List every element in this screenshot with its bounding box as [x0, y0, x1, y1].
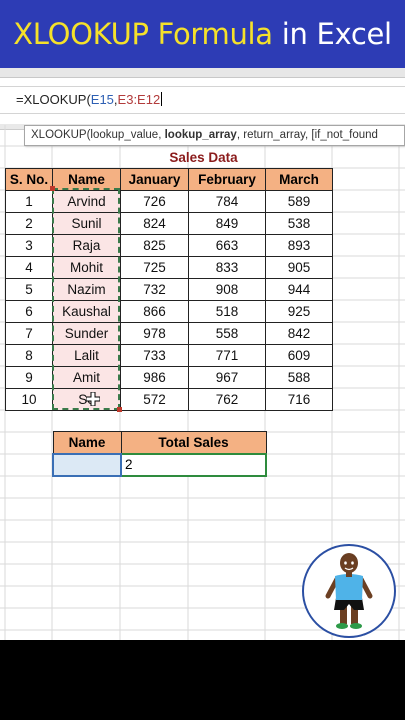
cell-name[interactable]: Mohit: [52, 256, 121, 279]
table-row: 10So572762716: [5, 388, 333, 411]
bottom-bar: [0, 640, 405, 720]
cell-sno[interactable]: 9: [5, 366, 53, 389]
table-row: 8 Lalit 733 771 609: [5, 344, 333, 367]
cell-march[interactable]: 893: [265, 234, 333, 257]
header-sno[interactable]: S. No.: [5, 168, 53, 191]
cell-sno[interactable]: 3: [5, 234, 53, 257]
table-row: 4 Mohit 725 833 905: [5, 256, 333, 279]
sales-table: S. No. Name January February March 1 Arvi…: [5, 168, 333, 411]
lookup-total-cell[interactable]: 2: [120, 452, 267, 477]
cell-name[interactable]: Nazim: [52, 278, 121, 301]
cell-january[interactable]: 825: [120, 234, 189, 257]
cell-name[interactable]: Sunder: [52, 322, 121, 345]
cell-january[interactable]: 978: [120, 322, 189, 345]
function-tooltip: XLOOKUP(lookup_value, lookup_array, retu…: [24, 125, 405, 146]
formula-bar[interactable]: =XLOOKUP(E15,E3:E12: [0, 86, 405, 114]
cell-name[interactable]: Sunil: [52, 212, 121, 235]
lookup-row: 2: [52, 452, 267, 477]
cell-march[interactable]: 944: [265, 278, 333, 301]
cell-march[interactable]: 588: [265, 366, 333, 389]
cell-name[interactable]: Lalit: [52, 344, 121, 367]
cell-february[interactable]: 967: [188, 366, 266, 389]
header-row: S. No. Name January February March: [5, 168, 333, 191]
cell-february[interactable]: 558: [188, 322, 266, 345]
table-row: 9 Amit 986 967 588: [5, 366, 333, 389]
mascot-figure: [325, 553, 373, 629]
lookup-header-total[interactable]: Total Sales: [120, 431, 267, 454]
lookup-header-row: Name Total Sales: [52, 431, 267, 454]
excel-window: =XLOOKUP(E15,E3:E12 XLOOKUP(lookup_value…: [0, 68, 405, 640]
cell-name[interactable]: Amit: [52, 366, 121, 389]
cell-sno[interactable]: 4: [5, 256, 53, 279]
cell-january[interactable]: 726: [120, 190, 189, 213]
cell-january[interactable]: 824: [120, 212, 189, 235]
cell-march[interactable]: 589: [265, 190, 333, 213]
cell-february[interactable]: 849: [188, 212, 266, 235]
sales-data-title: Sales Data: [169, 150, 238, 165]
cell-january[interactable]: 986: [120, 366, 189, 389]
cell-march[interactable]: 609: [265, 344, 333, 367]
cell-january[interactable]: 732: [120, 278, 189, 301]
lookup-table: Name Total Sales 2: [52, 431, 267, 477]
table-row: 7 Sunder 978 558 842: [5, 322, 333, 345]
tooltip-after: , return_array, [if_not_found: [236, 129, 378, 141]
tooltip-bold-arg: lookup_array: [164, 129, 237, 141]
lookup-name-cell[interactable]: [52, 452, 122, 477]
header-february[interactable]: February: [188, 168, 266, 191]
cell-january[interactable]: 866: [120, 300, 189, 323]
table-row: 6 Kaushal 866 518 925: [5, 300, 333, 323]
cell-sno[interactable]: 5: [5, 278, 53, 301]
mascot-avatar-icon: [302, 544, 396, 638]
cell-february[interactable]: 833: [188, 256, 266, 279]
text-caret: [161, 92, 163, 106]
header-name[interactable]: Name: [52, 168, 121, 191]
banner-title-part2: in Excel: [281, 17, 392, 51]
lookup-header-name[interactable]: Name: [52, 431, 122, 454]
table-row: 3 Raja 825 663 893: [5, 234, 333, 257]
cell-sno[interactable]: 6: [5, 300, 53, 323]
cell-name[interactable]: Kaushal: [52, 300, 121, 323]
table-row: 2 Sunil 824 849 538: [5, 212, 333, 235]
table-row: 1 Arvind 726 784 589: [5, 190, 333, 213]
cell-select-cursor-icon: [86, 392, 100, 406]
cell-sno[interactable]: 1: [5, 190, 53, 213]
title-banner: XLOOKUP Formula in Excel: [0, 0, 405, 68]
cell-march[interactable]: 716: [265, 388, 333, 411]
cell-february[interactable]: 784: [188, 190, 266, 213]
cell-sno[interactable]: 7: [5, 322, 53, 345]
cell-name[interactable]: Raja: [52, 234, 121, 257]
banner-title-part1: XLOOKUP Formula: [13, 17, 273, 51]
cell-march[interactable]: 905: [265, 256, 333, 279]
banner-title: XLOOKUP Formula in Excel: [0, 14, 405, 54]
cell-february[interactable]: 518: [188, 300, 266, 323]
cell-name[interactable]: Arvind: [52, 190, 121, 213]
cell-january[interactable]: 733: [120, 344, 189, 367]
cell-february[interactable]: 663: [188, 234, 266, 257]
table-row: 5 Nazim 732 908 944: [5, 278, 333, 301]
cell-february[interactable]: 908: [188, 278, 266, 301]
cell-january[interactable]: 725: [120, 256, 189, 279]
formula-ref-lookup-value: E15: [90, 92, 114, 107]
cell-sno[interactable]: 8: [5, 344, 53, 367]
cell-february[interactable]: 771: [188, 344, 266, 367]
ribbon-strip: [0, 68, 405, 78]
cell-march[interactable]: 925: [265, 300, 333, 323]
cell-sno[interactable]: 10: [5, 388, 53, 411]
formula-prefix: =XLOOKUP(: [16, 92, 91, 107]
cell-sno[interactable]: 2: [5, 212, 53, 235]
header-march[interactable]: March: [265, 168, 333, 191]
tooltip-before: XLOOKUP(lookup_value,: [31, 129, 165, 141]
formula-text[interactable]: =XLOOKUP(E15,E3:E12: [16, 92, 163, 107]
cell-march[interactable]: 842: [265, 322, 333, 345]
header-january[interactable]: January: [120, 168, 189, 191]
cell-march[interactable]: 538: [265, 212, 333, 235]
cell-february[interactable]: 762: [188, 388, 266, 411]
formula-ref-lookup-array: E3:E12: [117, 92, 161, 107]
cell-january[interactable]: 572: [120, 388, 189, 411]
